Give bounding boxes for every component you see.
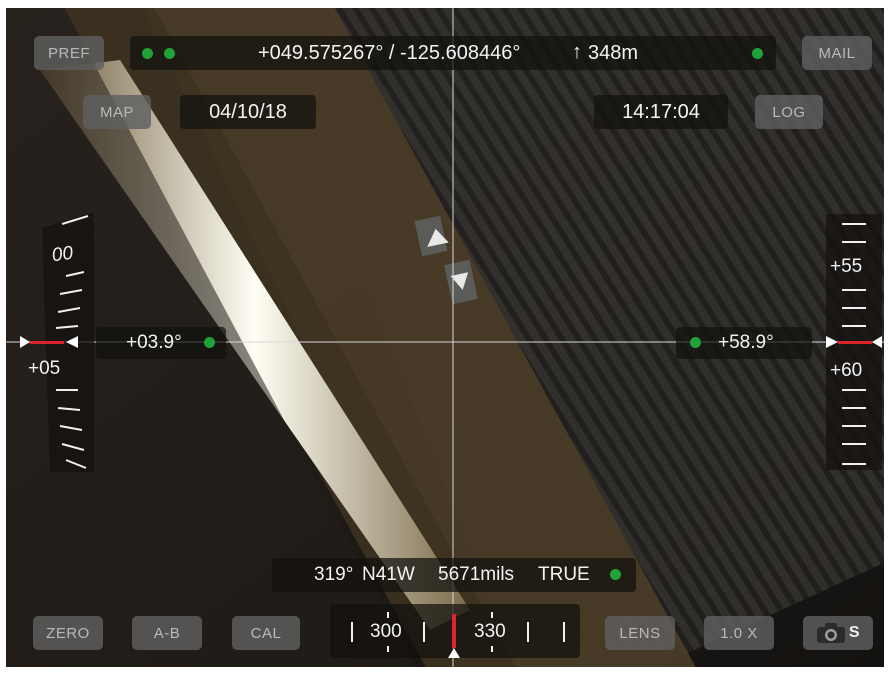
right-inclination-value: +58.9° <box>718 332 774 353</box>
a-b-label: A-B <box>153 624 181 642</box>
right-scale-bottom-label: +60 <box>830 360 863 381</box>
left-scale-bottom-label: +05 <box>28 358 61 379</box>
right-gauge-dot <box>690 337 701 348</box>
gps-bar: +049.575267° / -125.608446° ↑ 348m <box>130 36 776 70</box>
right-level-marker <box>826 336 882 348</box>
map-label: MAP <box>99 103 134 121</box>
heading-degrees: 319° <box>314 564 354 585</box>
heading-reference: TRUE <box>538 564 590 585</box>
left-level-marker <box>20 336 78 348</box>
compass-right-label: 330 <box>474 621 506 642</box>
altitude: 348m <box>588 42 639 64</box>
compass-strip[interactable]: 300 330 <box>330 604 580 658</box>
mail-button[interactable]: MAIL <box>802 36 872 70</box>
altitude-arrow-icon: ↑ <box>572 41 582 63</box>
log-label: LOG <box>772 103 806 121</box>
right-inclination-readout: +58.9° <box>676 327 812 359</box>
compass-ticks <box>351 612 565 658</box>
left-inclination-value: +03.9° <box>126 332 182 353</box>
a-b-button[interactable]: A-B <box>132 616 202 650</box>
lens-label: LENS <box>619 624 661 642</box>
zoom-label: 1.0 X <box>720 624 758 642</box>
gps-status-dot <box>142 48 153 59</box>
map-button[interactable]: MAP <box>83 95 151 129</box>
heading-readout: 319° N41W 5671mils TRUE <box>272 558 636 592</box>
time-display: 14:17:04 <box>594 95 728 129</box>
mail-label: MAIL <box>818 44 856 62</box>
left-gauge-dot <box>204 337 215 348</box>
lens-button[interactable]: LENS <box>605 616 675 650</box>
camera-icon <box>816 623 845 643</box>
date-value: 04/10/18 <box>209 100 287 123</box>
heading-cardinal: N41W <box>362 564 415 585</box>
camera-viewfinder[interactable]: PREF +049.575267° / -125.608446° ↑ 348m … <box>0 0 890 675</box>
heading-status-dot <box>610 569 621 580</box>
zero-button[interactable]: ZERO <box>33 616 103 650</box>
gps-fix-dot <box>164 48 175 59</box>
camera-button[interactable]: S <box>803 616 873 650</box>
time-value: 14:17:04 <box>622 100 700 123</box>
zoom-button[interactable]: 1.0 X <box>704 616 774 650</box>
left-scale-top-label: 00 <box>50 242 75 267</box>
coordinates: +049.575267° / -125.608446° <box>258 42 521 64</box>
date-display: 04/10/18 <box>180 95 316 129</box>
zero-label: ZERO <box>46 624 90 642</box>
right-scale-top-label: +55 <box>830 256 863 277</box>
link-status-dot <box>752 48 763 59</box>
pref-label: PREF <box>47 44 90 62</box>
compass-left-label: 300 <box>370 621 402 642</box>
cal-button[interactable]: CAL <box>232 616 300 650</box>
cal-label: CAL <box>250 624 282 642</box>
log-button[interactable]: LOG <box>755 95 823 129</box>
left-inclination-readout: +03.9° <box>96 327 226 359</box>
camera-suffix: S <box>848 624 861 641</box>
pref-button[interactable]: PREF <box>34 36 104 70</box>
heading-mils: 5671mils <box>438 564 515 585</box>
